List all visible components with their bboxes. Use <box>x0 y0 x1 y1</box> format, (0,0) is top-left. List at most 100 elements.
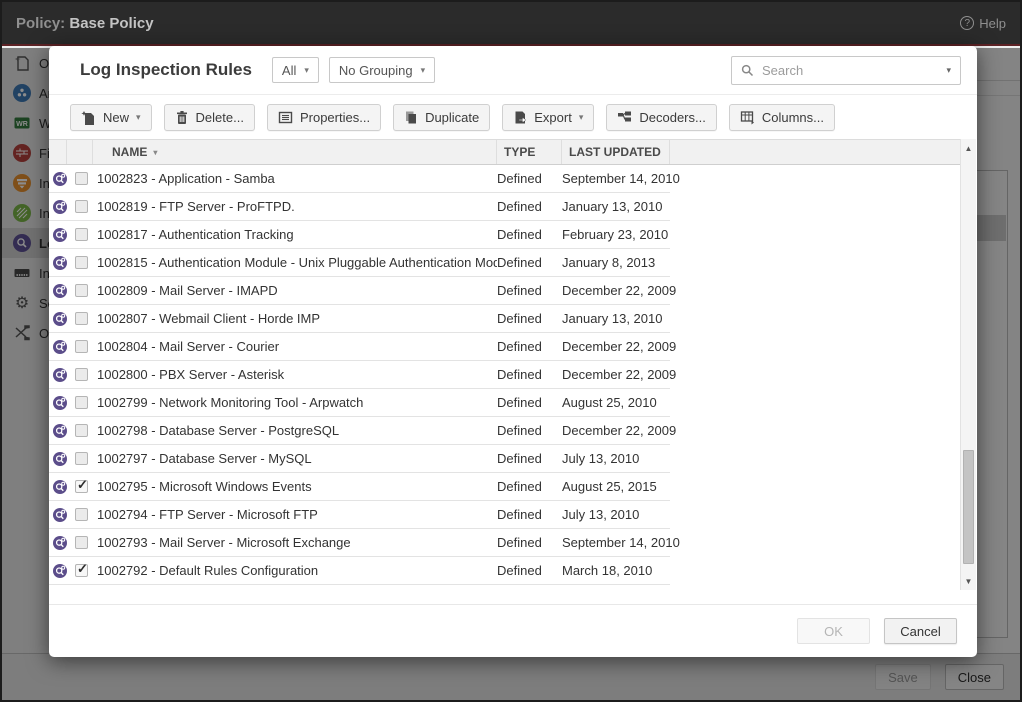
log-inspection-rule-icon <box>53 256 67 270</box>
log-inspection-rule-icon <box>53 340 67 354</box>
table-row[interactable]: 1002807 - Webmail Client - Horde IMP Def… <box>49 305 670 333</box>
new-button[interactable]: New ▾ <box>70 104 152 131</box>
rule-name: 1002794 - FTP Server - Microsoft FTP <box>97 507 497 522</box>
rule-last-updated: January 13, 2010 <box>562 199 670 214</box>
help-icon: ? <box>960 16 974 30</box>
decoders-button[interactable]: Decoders... <box>606 104 716 131</box>
chevron-down-icon: ▾ <box>304 65 309 76</box>
table-row[interactable]: 1002819 - FTP Server - ProFTPD. Defined … <box>49 193 670 221</box>
column-header-last-updated[interactable]: LAST UPDATED <box>562 140 670 164</box>
scroll-down-icon[interactable]: ▼ <box>961 574 976 588</box>
rule-last-updated: July 13, 2010 <box>562 507 670 522</box>
rule-last-updated: February 23, 2010 <box>562 227 670 242</box>
row-checkbox[interactable] <box>75 508 88 521</box>
table-row[interactable]: 1002809 - Mail Server - IMAPD Defined De… <box>49 277 670 305</box>
properties-button[interactable]: Properties... <box>267 104 381 131</box>
rule-name: 1002817 - Authentication Tracking <box>97 227 497 242</box>
rule-type: Defined <box>497 423 562 438</box>
table-body: 1002823 - Application - Samba Defined Se… <box>49 165 960 585</box>
rule-name: 1002804 - Mail Server - Courier <box>97 339 497 354</box>
row-checkbox[interactable]: ✓ <box>75 564 88 577</box>
row-checkbox[interactable] <box>75 172 88 185</box>
rule-type: Defined <box>497 535 562 550</box>
table-row[interactable]: ✓ 1002795 - Microsoft Windows Events Def… <box>49 473 670 501</box>
table-scrollbar[interactable]: ▲ ▼ <box>960 139 976 590</box>
rule-last-updated: September 14, 2010 <box>562 535 670 550</box>
filter-dropdown-value: All <box>282 63 296 78</box>
table-row[interactable]: 1002823 - Application - Samba Defined Se… <box>49 165 670 193</box>
table-row[interactable]: 1002804 - Mail Server - Courier Defined … <box>49 333 670 361</box>
dialog-toolbar: New ▾ Delete... Properties... Duplicate … <box>49 95 977 139</box>
table-row[interactable]: ✓ 1002792 - Default Rules Configuration … <box>49 557 670 585</box>
log-inspection-rule-icon <box>53 284 67 298</box>
search-input[interactable] <box>762 63 938 78</box>
cancel-button[interactable]: Cancel <box>884 618 957 644</box>
row-checkbox[interactable] <box>75 424 88 437</box>
columns-icon <box>740 110 755 125</box>
page-title: Policy: Base Policy <box>16 15 154 32</box>
column-header-name[interactable]: NAME ▾ <box>93 140 497 164</box>
rule-name: 1002797 - Database Server - MySQL <box>97 451 497 466</box>
log-inspection-rule-icon <box>53 508 67 522</box>
table-row[interactable]: 1002797 - Database Server - MySQL Define… <box>49 445 670 473</box>
delete-button[interactable]: Delete... <box>164 104 255 131</box>
decoders-button-label: Decoders... <box>639 110 705 125</box>
app-window: Policy: Base Policy ? Help Overview Anti… <box>0 0 1022 702</box>
columns-button[interactable]: Columns... <box>729 104 835 131</box>
rule-type: Defined <box>497 311 562 326</box>
row-checkbox[interactable] <box>75 200 88 213</box>
rule-type: Defined <box>497 283 562 298</box>
table-row[interactable]: 1002793 - Mail Server - Microsoft Exchan… <box>49 529 670 557</box>
column-checkbox <box>67 140 93 164</box>
search-box[interactable]: ▾ <box>731 56 961 85</box>
rule-name: 1002795 - Microsoft Windows Events <box>97 479 497 494</box>
rule-name: 1002823 - Application - Samba <box>97 171 497 186</box>
rule-last-updated: December 22, 2009 <box>562 423 670 438</box>
table-row[interactable]: 1002800 - PBX Server - Asterisk Defined … <box>49 361 670 389</box>
table-row[interactable]: 1002799 - Network Monitoring Tool - Arpw… <box>49 389 670 417</box>
grouping-dropdown[interactable]: No Grouping ▾ <box>329 57 435 83</box>
filter-dropdown[interactable]: All ▾ <box>272 57 319 83</box>
rule-last-updated: January 8, 2013 <box>562 255 670 270</box>
chevron-down-icon: ▾ <box>136 112 141 123</box>
row-checkbox[interactable] <box>75 368 88 381</box>
rule-type: Defined <box>497 255 562 270</box>
rule-name: 1002792 - Default Rules Configuration <box>97 563 497 578</box>
row-checkbox[interactable] <box>75 256 88 269</box>
column-header-type[interactable]: TYPE <box>497 140 562 164</box>
row-checkbox[interactable] <box>75 396 88 409</box>
search-options-chevron-icon[interactable]: ▾ <box>946 65 951 76</box>
table-row[interactable]: 1002817 - Authentication Tracking Define… <box>49 221 670 249</box>
search-icon <box>741 64 754 77</box>
rule-last-updated: August 25, 2010 <box>562 395 670 410</box>
scrollbar-thumb[interactable] <box>963 450 974 564</box>
rule-type: Defined <box>497 171 562 186</box>
duplicate-button[interactable]: Duplicate <box>393 104 490 131</box>
properties-button-label: Properties... <box>300 110 370 125</box>
duplicate-icon <box>404 110 418 125</box>
row-checkbox[interactable] <box>75 536 88 549</box>
dialog-footer: OK Cancel <box>49 604 977 657</box>
rule-name: 1002798 - Database Server - PostgreSQL <box>97 423 497 438</box>
row-checkbox[interactable] <box>75 284 88 297</box>
row-checkbox[interactable] <box>75 312 88 325</box>
page-title-prefix: Policy: <box>16 15 65 32</box>
decoders-icon <box>617 111 632 124</box>
row-checkbox[interactable]: ✓ <box>75 480 88 493</box>
row-checkbox[interactable] <box>75 452 88 465</box>
scroll-up-icon[interactable]: ▲ <box>961 141 976 155</box>
help-button[interactable]: ? Help <box>960 16 1006 31</box>
rule-type: Defined <box>497 395 562 410</box>
export-icon <box>513 110 527 125</box>
row-checkbox[interactable] <box>75 340 88 353</box>
rule-type: Defined <box>497 507 562 522</box>
dialog-title: Log Inspection Rules <box>80 60 252 80</box>
export-button[interactable]: Export ▾ <box>502 104 594 131</box>
export-button-label: Export <box>534 110 572 125</box>
table-row[interactable]: 1002794 - FTP Server - Microsoft FTP Def… <box>49 501 670 529</box>
table-row[interactable]: 1002815 - Authentication Module - Unix P… <box>49 249 670 277</box>
new-file-icon <box>81 110 96 125</box>
table-row[interactable]: 1002798 - Database Server - PostgreSQL D… <box>49 417 670 445</box>
row-checkbox[interactable] <box>75 228 88 241</box>
ok-button[interactable]: OK <box>797 618 870 644</box>
